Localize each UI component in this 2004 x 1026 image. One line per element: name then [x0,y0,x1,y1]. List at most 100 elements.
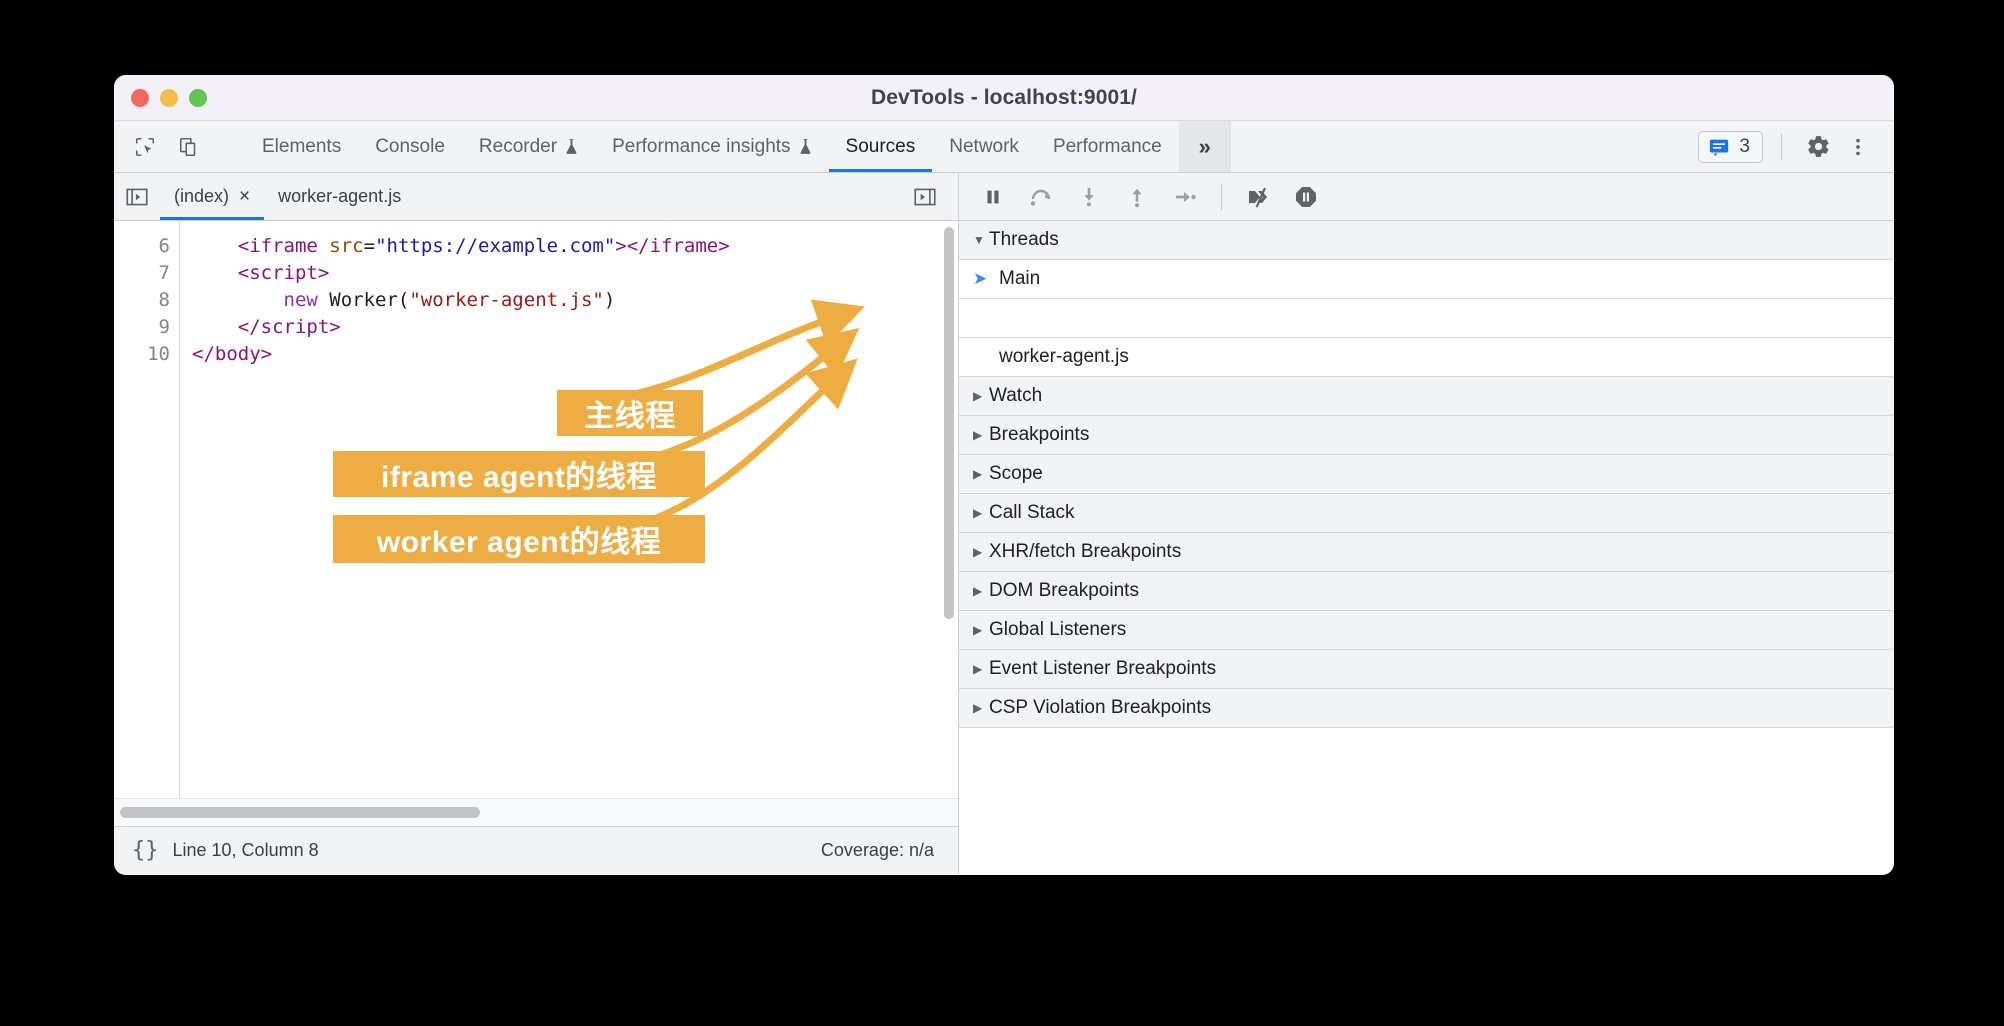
code-token: <iframe [237,235,330,257]
line-number: 7 [158,262,170,284]
section-label: XHR/fetch Breakpoints [989,541,1182,562]
thread-label: Main [999,268,1041,289]
chevron-right-icon [973,585,989,597]
section-global-listeners[interactable]: Global Listeners [959,611,1894,650]
section-label: Watch [989,385,1043,406]
section-threads[interactable]: Threads [959,221,1894,260]
file-tab-label: (index) [174,186,230,206]
tab-label: Performance insights [612,135,791,157]
step-over-icon[interactable] [1025,181,1057,213]
code-line: </body> [192,341,958,368]
debugger-pane: Threads ➤ Main worker-agent.js [959,173,1894,874]
section-label: DOM Breakpoints [989,580,1139,601]
code-token: </body> [192,343,273,365]
file-tab-right-actions [902,173,958,220]
issues-messages-button[interactable]: 3 [1698,130,1763,163]
tab-network[interactable]: Network [932,121,1036,172]
section-scope[interactable]: Scope [959,455,1894,494]
chevron-right-icon [973,429,989,441]
device-toolbar-icon[interactable] [174,132,204,162]
step-out-icon[interactable] [1121,181,1153,213]
code-line: <iframe src="https://example.com"></ifra… [192,233,958,260]
pause-on-exceptions-icon[interactable] [1290,181,1322,213]
editor-vertical-scrollbar[interactable] [944,227,954,619]
thread-row-iframe[interactable] [959,299,1894,338]
close-icon[interactable]: × [239,187,250,206]
more-tabs-button[interactable]: » [1178,121,1231,172]
thread-row-worker[interactable]: worker-agent.js [959,338,1894,377]
pretty-print-braces-icon[interactable]: {} [132,838,159,863]
section-label: Event Listener Breakpoints [989,658,1217,679]
chevron-right-icon [973,624,989,636]
code-token: "https://example.com" [375,235,616,257]
code-token: new [283,289,318,311]
section-event-listener-breakpoints[interactable]: Event Listener Breakpoints [959,650,1894,689]
tabbar-left-icons [114,121,245,172]
code-line: <script> [192,260,958,287]
section-watch[interactable]: Watch [959,377,1894,416]
toolbar-divider [1781,133,1782,160]
tab-performance[interactable]: Performance [1036,121,1179,172]
thread-row-main[interactable]: ➤ Main [959,260,1894,299]
tab-label: Network [949,135,1019,157]
section-label: Scope [989,463,1043,484]
pause-script-icon[interactable] [977,181,1009,213]
screenshot-stage: DevTools - localhost:9001/ Elements Cons… [0,0,2004,1026]
tab-recorder[interactable]: Recorder [462,121,595,172]
chevron-down-icon [973,234,989,246]
section-label: Call Stack [989,502,1075,523]
section-breakpoints[interactable]: Breakpoints [959,416,1894,455]
file-tab-label: worker-agent.js [278,186,402,206]
file-tab-index[interactable]: (index) × [160,173,265,220]
step-into-icon[interactable] [1073,181,1105,213]
tab-label: Console [375,135,445,157]
tab-performance-insights[interactable]: Performance insights [595,121,828,172]
tab-elements[interactable]: Elements [245,121,358,172]
tabbar-right-actions: 3 [1698,121,1894,172]
coverage-status: Coverage: n/a [820,840,934,860]
section-dom-breakpoints[interactable]: DOM Breakpoints [959,572,1894,611]
gear-icon[interactable] [1800,129,1836,165]
message-count: 3 [1739,135,1750,157]
editor-horizontal-scrollbar[interactable] [114,798,958,826]
show-debugger-icon[interactable] [902,184,948,210]
chevron-right-icon [973,663,989,675]
section-call-stack[interactable]: Call Stack [959,494,1894,533]
code-content[interactable]: <iframe src="https://example.com"></ifra… [180,221,958,798]
experiment-flask-icon [800,139,811,154]
code-token: </script> [237,316,341,338]
code-token: <script> [237,262,330,284]
deactivate-breakpoints-icon[interactable] [1242,181,1274,213]
section-label: Threads [989,229,1059,250]
tab-sources[interactable]: Sources [828,121,933,172]
chevron-right-icon [973,702,989,714]
tab-label: Recorder [478,135,558,157]
inspect-element-icon[interactable] [130,132,160,162]
tab-label: Elements [262,135,342,157]
code-editor[interactable]: 6 7 8 9 10 <iframe src="https://example.… [114,221,958,798]
section-label: Breakpoints [989,424,1090,445]
step-icon[interactable] [1169,181,1201,213]
code-token: = [363,235,376,257]
scrollbar-thumb[interactable] [120,807,480,818]
code-line: new Worker("worker-agent.js") [192,287,958,314]
tab-label: Sources [845,135,916,157]
section-xhr-fetch-breakpoints[interactable]: XHR/fetch Breakpoints [959,533,1894,572]
file-tab-worker-agent[interactable]: worker-agent.js [264,173,415,220]
code-token: Worker( [317,289,410,311]
thread-label: worker-agent.js [999,346,1129,367]
show-navigator-icon[interactable] [114,173,160,220]
experiment-flask-icon [566,139,577,154]
code-token: ></iframe> [615,235,730,257]
sources-panel-body: (index) × worker-agent.js 6 7 8 9 10 <if… [114,173,1894,874]
window-title-bar: DevTools - localhost:9001/ [114,75,1894,121]
editor-pane: (index) × worker-agent.js 6 7 8 9 10 <if… [114,173,959,874]
more-vertical-icon[interactable] [1840,129,1876,165]
section-csp-violation-breakpoints[interactable]: CSP Violation Breakpoints [959,689,1894,728]
tab-console[interactable]: Console [358,121,462,172]
selected-thread-arrow-icon: ➤ [973,269,988,288]
line-number: 10 [147,343,170,365]
panel-tabs: Elements Console Recorder Performance in… [245,121,1179,172]
